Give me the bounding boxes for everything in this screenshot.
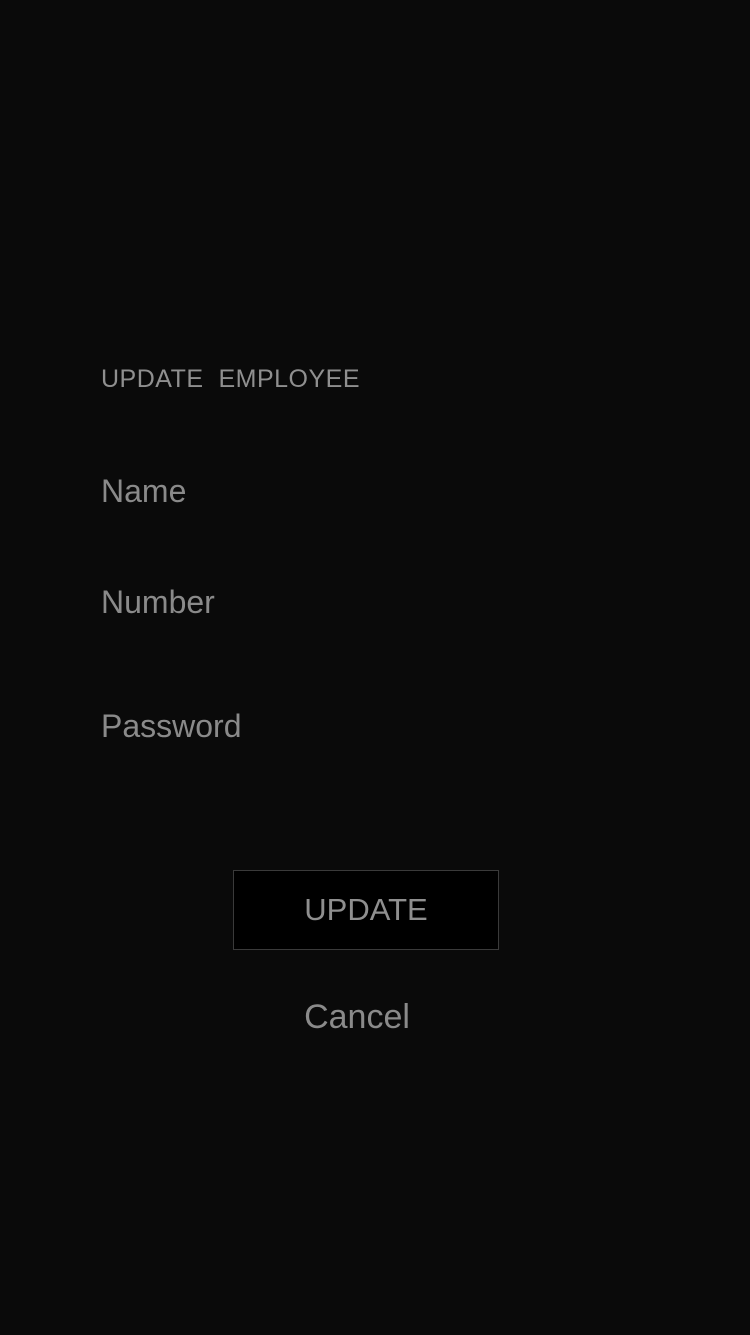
number-field[interactable] (101, 579, 661, 625)
page-title: UPDATE EMPLOYEE (101, 365, 360, 393)
update-employee-screen: UPDATE EMPLOYEE UPDATE Cancel (0, 0, 750, 1335)
cancel-button[interactable]: Cancel (0, 998, 714, 1037)
update-button[interactable]: UPDATE (233, 870, 499, 950)
password-field[interactable] (101, 703, 661, 749)
name-field[interactable] (101, 468, 661, 514)
